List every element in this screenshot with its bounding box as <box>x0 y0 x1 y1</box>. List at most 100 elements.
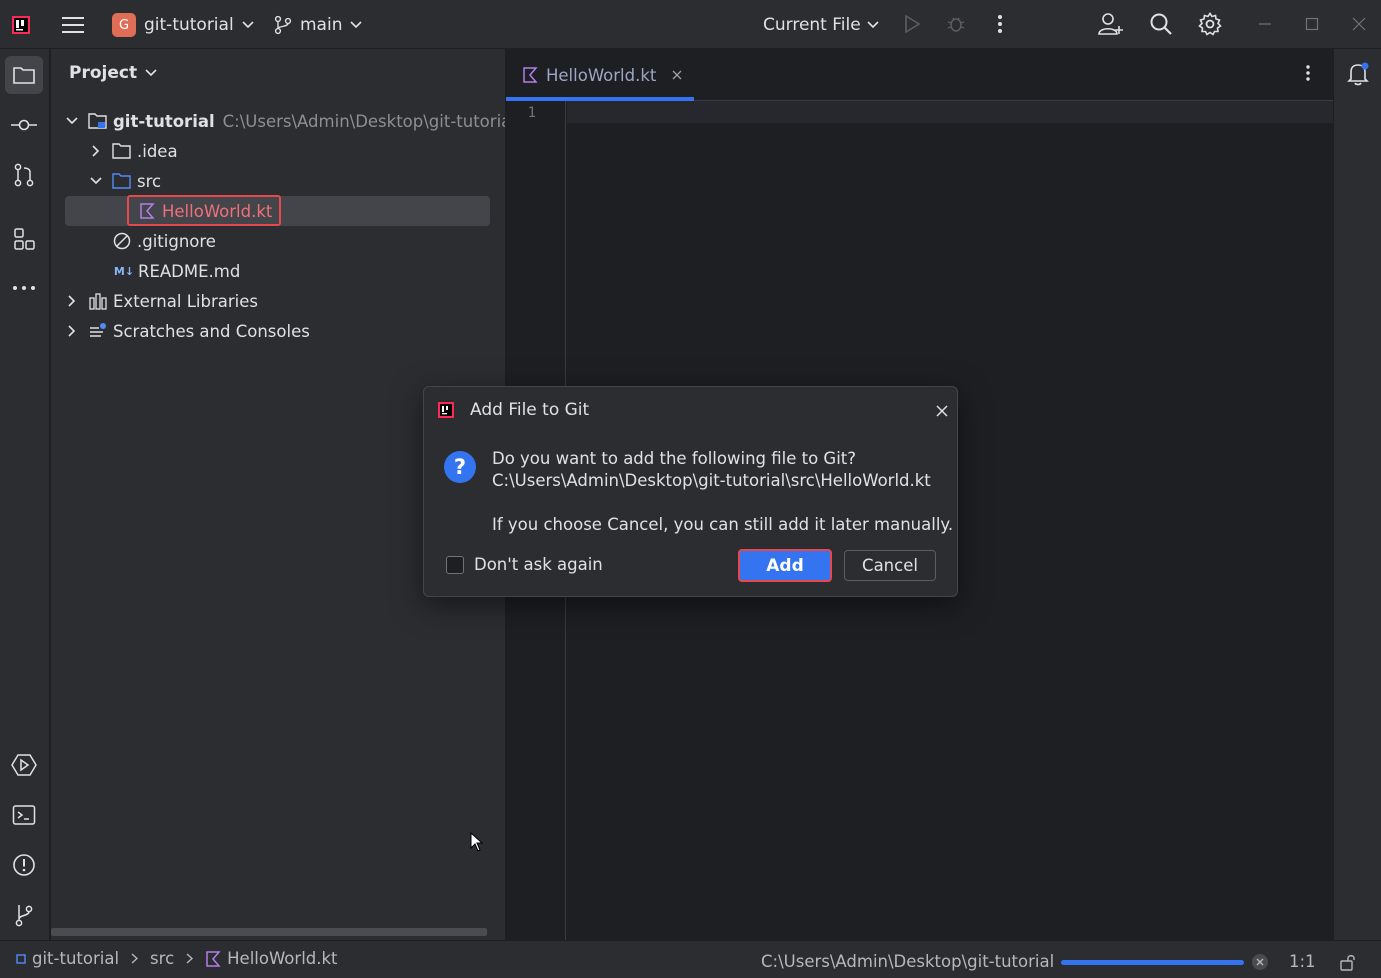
kotlin-file-icon <box>522 67 538 83</box>
services-icon[interactable] <box>9 750 39 780</box>
line-number: 1 <box>527 105 536 121</box>
breadcrumb-item[interactable]: HelloWorld.kt <box>227 949 337 968</box>
close-tab-icon[interactable] <box>672 70 682 80</box>
caret-position[interactable]: 1:1 <box>1289 952 1316 971</box>
branch-switcher[interactable]: main <box>274 11 363 39</box>
dialog-question: Do you want to add the following file to… <box>492 449 857 468</box>
maximize-icon[interactable] <box>1299 11 1325 37</box>
project-view-selector[interactable]: Project <box>69 63 157 83</box>
folder-icon <box>112 141 132 161</box>
tree-item-src[interactable]: src <box>88 166 161 196</box>
dialog-close-icon[interactable] <box>933 402 951 420</box>
right-tool-strip <box>1333 49 1381 940</box>
chevron-down-icon[interactable] <box>64 113 80 129</box>
tree-item-path: C:\Users\Admin\Desktop\git-tutorial <box>222 111 505 131</box>
dialog-file-path: C:\Users\Admin\Desktop\git-tutorial\src\… <box>492 471 931 490</box>
project-switcher[interactable]: G git-tutorial <box>112 11 254 39</box>
more-tool-windows-icon[interactable] <box>9 273 39 303</box>
dialog-note: If you choose Cancel, you can still add … <box>492 515 954 534</box>
cancel-button[interactable]: Cancel <box>844 550 936 581</box>
tree-item-label: git-tutorial <box>113 111 215 131</box>
tree-item-label: External Libraries <box>113 291 258 311</box>
tree-item-label: Scratches and Consoles <box>113 321 310 341</box>
editor-tab-bar: HelloWorld.kt <box>506 49 1333 101</box>
commit-icon[interactable] <box>9 110 39 140</box>
source-folder-icon <box>112 171 132 191</box>
debug-icon[interactable] <box>943 11 969 37</box>
question-icon: ? <box>444 451 476 483</box>
project-name: git-tutorial <box>144 15 234 35</box>
chevron-down-icon <box>145 69 157 77</box>
tree-item-label: src <box>137 171 162 191</box>
add-file-to-git-dialog: Add File to Git ? Do you want to add the… <box>423 386 958 597</box>
chevron-right-icon[interactable] <box>64 323 80 339</box>
breadcrumb-item[interactable]: src <box>150 949 174 968</box>
cancel-task-icon[interactable] <box>1251 953 1269 971</box>
project-tool-folder-icon[interactable] <box>5 56 43 94</box>
markdown-icon: M↓ <box>113 264 135 278</box>
code-with-me-icon[interactable] <box>1098 11 1124 37</box>
read-only-lock-icon[interactable] <box>1339 953 1357 971</box>
horizontal-scrollbar[interactable] <box>51 928 487 936</box>
structure-icon[interactable] <box>9 224 39 254</box>
tree-item-label: .idea <box>137 141 178 161</box>
checkbox-label: Don't ask again <box>474 555 603 574</box>
dialog-title: Add File to Git <box>470 400 590 420</box>
editor-tab-helloworld-kt[interactable]: HelloWorld.kt <box>522 49 682 101</box>
branch-name: main <box>300 15 343 35</box>
chevron-right-icon <box>186 953 194 964</box>
run-configuration-selector[interactable]: Current File <box>763 11 879 39</box>
title-bar: G git-tutorial main Current File <box>0 0 1381 49</box>
run-config-label: Current File <box>763 15 861 35</box>
chevron-down-icon <box>242 21 254 29</box>
current-line-highlight <box>567 101 1333 123</box>
git-icon[interactable] <box>9 900 39 930</box>
panel-title: Project <box>69 63 138 83</box>
scratches-icon <box>88 321 108 341</box>
notifications-bell-icon[interactable] <box>1346 61 1370 87</box>
tree-item-label: .gitignore <box>137 231 216 251</box>
editor-tab-options-icon[interactable] <box>1298 64 1318 86</box>
more-actions-icon[interactable] <box>987 11 1013 37</box>
module-icon <box>16 953 26 964</box>
settings-gear-icon[interactable] <box>1197 11 1223 37</box>
highlight-annotation-box <box>127 195 281 226</box>
chevron-right-icon <box>131 953 139 964</box>
module-folder-icon <box>88 111 108 131</box>
chevron-right-icon[interactable] <box>88 143 104 159</box>
tree-item-git-tutorial[interactable]: git-tutorial C:\Users\Admin\Desktop\git-… <box>64 106 505 136</box>
add-button[interactable]: Add <box>738 549 832 582</box>
kotlin-file-icon <box>205 950 221 967</box>
dont-ask-again-checkbox[interactable]: Don't ask again <box>446 555 603 574</box>
main-menu-icon[interactable] <box>60 12 86 38</box>
status-bar: git-tutorial src HelloWorld.kt C:\Users\… <box>0 940 1381 978</box>
tree-item-scratches[interactable]: Scratches and Consoles <box>64 316 310 346</box>
tree-item-label: README.md <box>138 261 241 281</box>
minimize-icon[interactable] <box>1252 11 1278 37</box>
chevron-down-icon <box>867 21 879 29</box>
tree-item-idea[interactable]: .idea <box>88 136 178 166</box>
window-close-icon[interactable] <box>1346 11 1372 37</box>
run-icon[interactable] <box>899 11 925 37</box>
tree-item-readme[interactable]: M↓ README.md <box>112 256 240 286</box>
left-tool-strip <box>0 49 50 940</box>
chevron-right-icon[interactable] <box>64 293 80 309</box>
breadcrumb-item[interactable]: git-tutorial <box>32 949 119 968</box>
problems-icon[interactable] <box>9 850 39 880</box>
progress-bar <box>1061 960 1244 965</box>
tree-item-external-libraries[interactable]: External Libraries <box>64 286 258 316</box>
tab-label: HelloWorld.kt <box>546 65 657 85</box>
background-task-text: C:\Users\Admin\Desktop\git-tutorial <box>761 952 1055 971</box>
pull-requests-icon[interactable] <box>9 160 39 190</box>
terminal-icon[interactable] <box>9 800 39 830</box>
intellij-logo-icon[interactable] <box>10 14 32 36</box>
library-icon <box>88 291 108 311</box>
mouse-cursor-icon <box>470 832 484 852</box>
search-icon[interactable] <box>1148 11 1174 37</box>
chevron-down-icon[interactable] <box>88 173 104 189</box>
checkbox-box[interactable] <box>446 555 464 574</box>
tree-item-gitignore[interactable]: .gitignore <box>112 226 216 256</box>
intellij-logo-icon <box>438 402 454 418</box>
navigation-breadcrumb: git-tutorial src HelloWorld.kt <box>16 949 338 968</box>
chevron-down-icon <box>350 21 363 29</box>
